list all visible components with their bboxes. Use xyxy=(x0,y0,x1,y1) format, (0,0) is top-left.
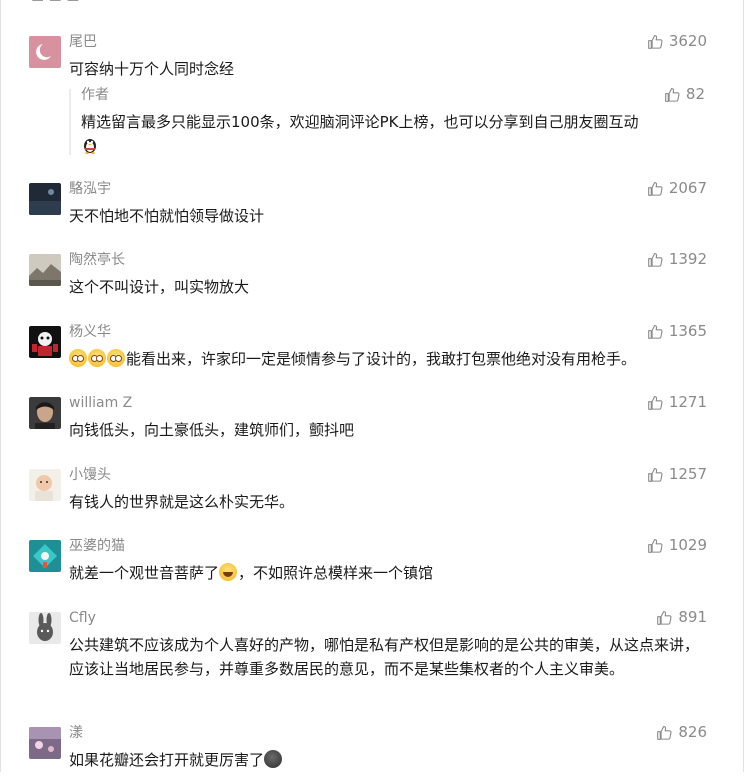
purple-avatar-image xyxy=(29,727,61,759)
avatar[interactable] xyxy=(29,326,61,358)
like-count: 1257 xyxy=(668,465,707,483)
thumbs-up-icon xyxy=(647,252,663,267)
teal-game-avatar-image xyxy=(29,540,61,572)
comment-author[interactable]: 陶然亭长 xyxy=(69,250,125,270)
comment-text-part: 如果花瓣还会打开就更厉害了 xyxy=(69,751,265,769)
comment-item: 陶然亭长 1392 这个不叫设计，叫实物放大 xyxy=(29,250,709,304)
comment-author[interactable]: 尾巴 xyxy=(69,32,97,52)
like-button[interactable]: 1392 xyxy=(647,249,707,269)
like-button[interactable]: 826 xyxy=(656,722,707,742)
comment-author[interactable]: 漾 xyxy=(69,723,83,743)
comment-author[interactable]: william Z xyxy=(69,393,132,413)
like-button[interactable]: 3620 xyxy=(647,31,707,51)
rabbit-avatar-image xyxy=(29,612,61,644)
qq-penguin-icon xyxy=(84,139,96,154)
dark-photo-avatar-image xyxy=(29,183,61,215)
thumbs-up-icon xyxy=(647,34,663,49)
comment-author[interactable]: Cfly xyxy=(69,608,96,628)
comment-panel: ▬ ▬ ▬ 尾巴 3620 可容纳十万个人同时念经 作者 82 xyxy=(0,0,744,772)
comment-content: 如果花瓣还会打开就更厉害了 xyxy=(69,748,703,772)
thumbs-up-icon xyxy=(647,181,663,196)
comment-author[interactable]: 駱泓宇 xyxy=(69,179,111,199)
thumbs-up-icon xyxy=(657,610,672,625)
like-button[interactable]: 1271 xyxy=(647,392,707,412)
reply-author: 作者 xyxy=(81,87,109,103)
comment-item: 駱泓宇 2067 天不怕地不怕就怕领导做设计 xyxy=(29,179,709,233)
reply-content: 精选留言最多只能显示100条，欢迎脑洞评论PK上榜，也可以分享到自己朋友圈互动 xyxy=(81,110,701,158)
avatar[interactable] xyxy=(29,727,61,759)
blush-emoji-icon xyxy=(88,349,106,367)
pink-moon-avatar-image xyxy=(29,36,61,68)
avatar[interactable] xyxy=(29,540,61,572)
avatar[interactable] xyxy=(29,612,61,644)
laughing-emoji-icon xyxy=(219,563,238,581)
baby-avatar-image xyxy=(29,469,61,501)
comment-author[interactable]: 小馒头 xyxy=(69,465,111,485)
author-reply: 作者 82 精选留言最多只能显示100条，欢迎脑洞评论PK上榜，也可以分享到自己… xyxy=(69,85,709,158)
like-button[interactable]: 891 xyxy=(656,607,707,627)
comment-text: 有钱人的世界就是这么朴实无华。 xyxy=(69,493,295,511)
thumbs-up-icon xyxy=(647,538,663,553)
like-count: 826 xyxy=(678,723,707,741)
comment-content: 能看出来，许家印一定是倾情参与了设计的，我敢打包票他绝对没有用枪手。 xyxy=(69,347,703,371)
like-count: 1392 xyxy=(668,250,707,268)
thumbs-up-icon xyxy=(647,324,663,339)
comment-author[interactable]: 杨义华 xyxy=(69,322,111,342)
like-count: 82 xyxy=(685,85,705,103)
thumbs-up-icon xyxy=(665,87,680,102)
like-button[interactable]: 1029 xyxy=(647,535,707,555)
avatar[interactable] xyxy=(29,36,61,68)
dark-face-emoji-icon xyxy=(264,750,283,768)
clipped-header: ▬ ▬ ▬ xyxy=(31,0,91,4)
reply-text: 精选留言最多只能显示100条，欢迎脑洞评论PK上榜，也可以分享到自己朋友圈互动 xyxy=(81,113,639,131)
comment-text-part: ，不如照许总模样来一个镇馆 xyxy=(238,564,434,582)
like-count: 3620 xyxy=(668,32,707,50)
blush-emoji-icon xyxy=(69,349,87,367)
comment-item: 小馒头 1257 有钱人的世界就是这么朴实无华。 xyxy=(29,465,709,519)
comment-text: 公共建筑不应该成为个人喜好的产物，哪怕是私有产权但是影响的是公共的审美，从这点来… xyxy=(69,636,700,678)
comment-content: 就差一个观世音菩萨了 ，不如照许总模样来一个镇馆 xyxy=(69,561,703,585)
avatar[interactable] xyxy=(29,183,61,215)
comment-text: 这个不叫设计，叫实物放大 xyxy=(69,278,250,296)
portrait-avatar-image xyxy=(29,397,61,429)
like-button[interactable]: 2067 xyxy=(647,178,707,198)
comment-text: 天不怕地不怕就怕领导做设计 xyxy=(69,207,265,225)
thumbs-up-icon xyxy=(647,467,663,482)
comment-text-part: 就差一个观世音菩萨了 xyxy=(69,564,220,582)
avatar[interactable] xyxy=(29,397,61,429)
blush-emoji-icon xyxy=(107,349,125,367)
avatar[interactable] xyxy=(29,254,61,286)
thumbs-up-icon xyxy=(657,725,672,740)
landscape-avatar-image xyxy=(29,254,61,286)
comment-item: 漾 826 如果花瓣还会打开就更厉害了 xyxy=(29,723,709,777)
reply-like-button[interactable]: 82 xyxy=(664,84,705,104)
cartoon-avatar-image xyxy=(29,326,61,358)
comment-item: 杨义华 1365 能看出来，许家印一定是倾情参与了设计的，我敢打包票他绝对没有用… xyxy=(29,322,709,376)
avatar[interactable] xyxy=(29,469,61,501)
like-count: 891 xyxy=(678,608,707,626)
like-count: 2067 xyxy=(668,179,707,197)
comment-text: 可容纳十万个人同时念经 xyxy=(69,60,235,78)
comment-item: 尾巴 3620 可容纳十万个人同时念经 作者 82 精选留言最多只能显示100条… xyxy=(29,32,709,158)
comment-item: 巫婆的猫 1029 就差一个观世音菩萨了 ，不如照许总模样来一个镇馆 xyxy=(29,536,709,590)
comment-author[interactable]: 巫婆的猫 xyxy=(69,536,125,556)
like-count: 1029 xyxy=(668,536,707,554)
like-button[interactable]: 1257 xyxy=(647,464,707,484)
comment-text: 向钱低头，向土豪低头，建筑师们，颤抖吧 xyxy=(69,421,355,439)
thumbs-up-icon xyxy=(647,395,663,410)
like-button[interactable]: 1365 xyxy=(647,321,707,341)
comment-item: william Z 1271 向钱低头，向土豪低头，建筑师们，颤抖吧 xyxy=(29,393,709,447)
like-count: 1365 xyxy=(668,322,707,340)
like-count: 1271 xyxy=(668,393,707,411)
comment-text: 能看出来，许家印一定是倾情参与了设计的，我敢打包票他绝对没有用枪手。 xyxy=(126,350,637,368)
comment-item: Cfly 891 公共建筑不应该成为个人喜好的产物，哪怕是私有产权但是影响的是公… xyxy=(29,608,709,707)
